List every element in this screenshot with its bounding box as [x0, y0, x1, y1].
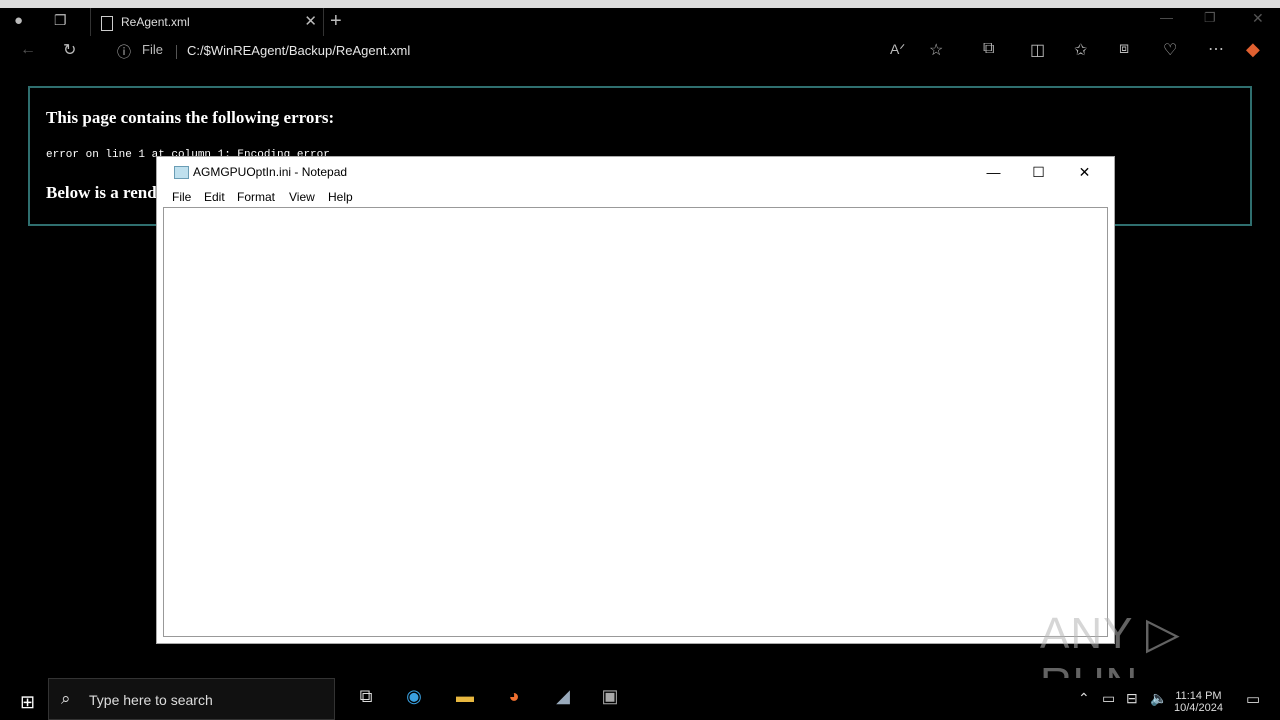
performance-icon[interactable]: ♡ [1163, 40, 1177, 60]
file-scheme-label[interactable]: File [142, 42, 163, 57]
menu-edit[interactable]: Edit [204, 190, 225, 204]
network-icon[interactable]: ⊟ [1126, 690, 1138, 707]
firefox-icon[interactable]: ◕ [502, 686, 526, 712]
tray-device-icon[interactable]: ▭ [1102, 690, 1115, 707]
browser-minimize-icon[interactable]: — [1160, 10, 1173, 25]
favorite-star-icon[interactable]: ☆ [929, 40, 943, 60]
read-aloud-icon[interactable]: Aᐟ [890, 41, 905, 58]
file-explorer-icon[interactable]: ▬ [453, 686, 477, 712]
menu-format[interactable]: Format [237, 190, 275, 204]
tab-actions-icon[interactable]: ❐ [54, 12, 67, 29]
notifications-icon[interactable]: ▭ [1246, 690, 1260, 708]
windows-start-icon[interactable]: ⊞ [20, 692, 35, 713]
search-icon: ⌕ [61, 689, 71, 708]
address-url[interactable]: C:/$WinREAgent/Backup/ReAgent.xml [187, 43, 410, 58]
notepad-text-area[interactable] [163, 207, 1108, 637]
favorites-icon[interactable]: ✩ [1074, 40, 1087, 60]
notepad-window[interactable]: AGMGPUOptIn.ini - Notepad — ☐ ✕ File Edi… [156, 156, 1115, 644]
tray-chevron-icon[interactable]: ⌃ [1078, 690, 1090, 707]
menu-view[interactable]: View [289, 190, 315, 204]
notepad-title: AGMGPUOptIn.ini - Notepad [193, 165, 348, 179]
tab-bar: ● ❐ ReAgent.xml ✕ + — ❐ ✕ [6, 8, 1280, 36]
more-menu-icon[interactable]: ⋯ [1208, 39, 1224, 59]
copilot-icon[interactable]: ◆ [1246, 39, 1260, 60]
taskbar-search[interactable]: ⌕ Type here to search [48, 678, 335, 720]
notepad-titlebar[interactable]: AGMGPUOptIn.ini - Notepad — ☐ ✕ [157, 157, 1114, 187]
screen-top-strip [0, 0, 1280, 8]
close-icon[interactable]: ✕ [1062, 160, 1107, 184]
menu-help[interactable]: Help [328, 190, 353, 204]
maximize-icon[interactable]: ☐ [1016, 160, 1061, 184]
app-icon[interactable]: ◢ [551, 686, 575, 712]
edge-taskbar-icon[interactable]: ◉ [402, 686, 426, 712]
menu-file[interactable]: File [172, 190, 191, 204]
browser-restore-icon[interactable]: ❐ [1204, 10, 1216, 26]
minimize-icon[interactable]: — [971, 160, 1016, 184]
info-icon[interactable]: ⓘ [117, 42, 131, 62]
close-tab-icon[interactable]: ✕ [304, 12, 317, 30]
clock-time: 11:14 PM [1175, 690, 1222, 702]
split-screen-icon[interactable]: ◫ [1030, 40, 1045, 60]
notepad-menubar: File Edit Format View Help [157, 187, 1114, 207]
browser-close-icon[interactable]: ✕ [1252, 10, 1264, 27]
task-view-icon[interactable]: ⧉ [354, 686, 378, 712]
clock-date: 10/4/2024 [1174, 702, 1223, 714]
tab-reagent[interactable]: ReAgent.xml ✕ [90, 8, 324, 36]
address-bar-row: ← ↻ ⓘ File C:/$WinREAgent/Backup/ReAgent… [6, 36, 1280, 68]
error-heading: This page contains the following errors: [46, 108, 335, 127]
taskbar-clock[interactable]: 11:14 PM 10/4/2024 [1174, 690, 1223, 714]
tab-title: ReAgent.xml [121, 15, 190, 29]
taskbar: ⊞ ⌕ Type here to search ⧉ ◉ ▬ ◕ ◢ ▣ ⌃ ▭ … [0, 678, 1280, 720]
collections-icon[interactable]: ⧈ [1119, 40, 1129, 58]
refresh-icon[interactable]: ↻ [63, 40, 76, 60]
new-tab-icon[interactable]: + [330, 10, 342, 33]
search-placeholder: Type here to search [89, 692, 213, 708]
profile-icon[interactable]: ● [14, 12, 23, 29]
notepad-icon [174, 166, 189, 179]
address-separator [176, 45, 177, 59]
volume-icon[interactable]: 🔈 [1150, 690, 1167, 707]
extensions-icon[interactable]: ⧉ [983, 40, 994, 58]
back-icon[interactable]: ← [20, 41, 36, 59]
document-icon [101, 16, 113, 31]
terminal-icon[interactable]: ▣ [598, 686, 622, 712]
